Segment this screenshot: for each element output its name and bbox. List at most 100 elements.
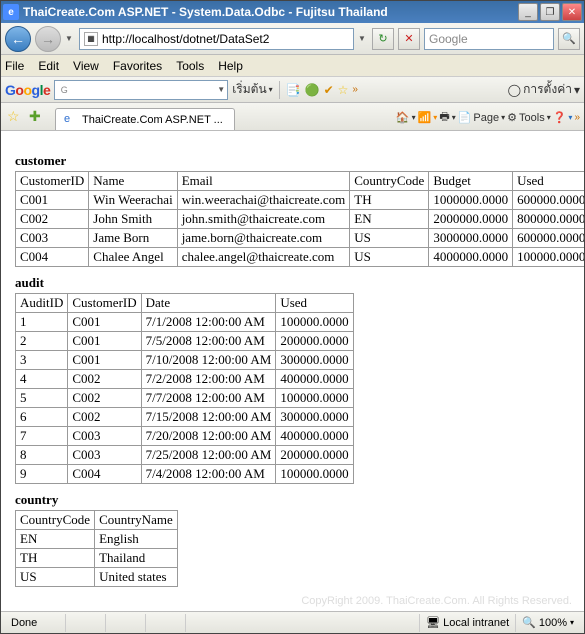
google-search-input[interactable]: G ▼ (54, 80, 228, 100)
forward-button[interactable]: → (35, 26, 61, 52)
close-button[interactable]: ✕ (562, 3, 582, 21)
table-cell: C002 (16, 210, 89, 229)
go-button[interactable]: ↻ (372, 28, 394, 50)
table-cell: john.smith@thaicreate.com (177, 210, 350, 229)
google-blocker-icon[interactable]: 🟢 (305, 83, 320, 97)
table-cell: jame.born@thaicreate.com (177, 229, 350, 248)
google-bookmark-icon[interactable]: 📑 (286, 83, 301, 97)
add-favorites-icon[interactable]: ✚ (29, 108, 47, 126)
zoom-control[interactable]: 🔍 100% ▾ (515, 614, 580, 632)
search-button[interactable]: 🔍 (558, 28, 580, 50)
audit-table: AuditIDCustomerIDDateUsed1C0017/1/2008 1… (15, 293, 354, 484)
zoom-icon: 🔍 (522, 616, 536, 629)
search-box[interactable]: Google (424, 28, 554, 50)
navigation-bar: ← → ▼ ▦ http://localhost/dotnet/DataSet2… (1, 23, 584, 55)
table-cell: US (16, 568, 95, 587)
table-header-cell: Used (513, 172, 584, 191)
table-cell: 7/5/2008 12:00:00 AM (141, 332, 276, 351)
favorites-star-icon[interactable]: ☆ (7, 108, 25, 126)
back-button[interactable]: ← (5, 26, 31, 52)
help-button[interactable]: ❓ ▾ (553, 111, 573, 124)
table-cell: C003 (16, 229, 89, 248)
table-row: C001Win Weerachaiwin.weerachai@thaicreat… (16, 191, 585, 210)
nav-history-dropdown[interactable]: ▼ (65, 34, 75, 43)
table-cell: 100000.0000 (513, 248, 584, 267)
table-cell: Thailand (95, 549, 178, 568)
table-row: THThailand (16, 549, 178, 568)
google-settings-button[interactable]: ◯ การตั้งค่า ▾ (508, 80, 580, 99)
window-title: ThaiCreate.Com ASP.NET - System.Data.Odb… (23, 5, 518, 19)
ie-icon: e (3, 4, 19, 20)
table-cell: 1 (16, 313, 68, 332)
table-header-cell: Date (141, 294, 276, 313)
customer-table: CustomerIDNameEmailCountryCodeBudgetUsed… (15, 171, 584, 267)
minimize-button[interactable]: _ (518, 3, 538, 21)
table-cell: US (350, 248, 429, 267)
table-cell: 9 (16, 465, 68, 484)
print-button[interactable]: 🖶 ▾ (439, 108, 455, 127)
table-cell: English (95, 530, 178, 549)
google-more-icon[interactable]: » (352, 84, 358, 95)
home-button[interactable]: 🏠 ▾ (396, 111, 416, 124)
table-cell: C001 (16, 191, 89, 210)
menu-file[interactable]: File (5, 59, 24, 73)
status-zone: 🖥 Local intranet (419, 614, 515, 632)
google-start-button[interactable]: เริ่มต้น ▾ (232, 80, 272, 99)
table-cell: 7/7/2008 12:00:00 AM (141, 389, 276, 408)
google-star-icon[interactable]: ☆ (338, 83, 349, 97)
feeds-button[interactable]: 📶 ▾ (418, 111, 438, 124)
country-table: CountryCodeCountryNameENEnglishTHThailan… (15, 510, 178, 587)
table-cell: TH (16, 549, 95, 568)
table-cell: John Smith (89, 210, 177, 229)
menu-help[interactable]: Help (218, 59, 243, 73)
table-cell: 7/25/2008 12:00:00 AM (141, 446, 276, 465)
table-cell: EN (16, 530, 95, 549)
status-cell-3 (145, 614, 185, 632)
table-cell: C001 (68, 351, 141, 370)
statusbar: Done 🖥 Local intranet 🔍 100% ▾ (1, 611, 584, 633)
table-row: 6C0027/15/2008 12:00:00 AM300000.0000 (16, 408, 354, 427)
table-header-cell: Budget (429, 172, 513, 191)
page-menu[interactable]: 📄 Page ▾ (458, 111, 505, 124)
table-cell: Chalee Angel (89, 248, 177, 267)
table-cell: 200000.0000 (276, 332, 353, 351)
table-cell: 7/20/2008 12:00:00 AM (141, 427, 276, 446)
table-cell: 3000000.0000 (429, 229, 513, 248)
table-row: 1C0017/1/2008 12:00:00 AM100000.0000 (16, 313, 354, 332)
address-bar[interactable]: ▦ http://localhost/dotnet/DataSet2 (79, 28, 354, 50)
table-row: C002John Smithjohn.smith@thaicreate.comE… (16, 210, 585, 229)
table-row: C003Jame Bornjame.born@thaicreate.comUS3… (16, 229, 585, 248)
google-search-field[interactable] (71, 83, 217, 97)
titlebar: e ThaiCreate.Com ASP.NET - System.Data.O… (1, 1, 584, 23)
tab-ie-icon: e (64, 113, 78, 127)
table-cell: chalee.angel@thaicreate.com (177, 248, 350, 267)
status-cell-4 (185, 614, 225, 632)
stop-button[interactable]: ✕ (398, 28, 420, 50)
table-header-cell: Name (89, 172, 177, 191)
table-cell: 2 (16, 332, 68, 351)
menu-tools[interactable]: Tools (176, 59, 204, 73)
status-done: Done (5, 614, 65, 632)
google-search-dropdown[interactable]: ▼ (217, 85, 225, 94)
table-cell: 7/4/2008 12:00:00 AM (141, 465, 276, 484)
table-cell: TH (350, 191, 429, 210)
table-cell: 200000.0000 (276, 446, 353, 465)
audit-heading: audit (15, 275, 570, 291)
table-cell: C001 (68, 332, 141, 351)
maximize-button[interactable]: ❐ (540, 3, 560, 21)
toolbar-more-icon[interactable]: » (574, 112, 580, 123)
tools-menu[interactable]: ⚙ Tools ▾ (507, 111, 551, 124)
address-dropdown[interactable]: ▼ (358, 34, 368, 43)
google-check-icon[interactable]: ✔ (324, 83, 334, 97)
menu-edit[interactable]: Edit (38, 59, 59, 73)
menu-favorites[interactable]: Favorites (113, 59, 162, 73)
browser-tab[interactable]: e ThaiCreate.Com ASP.NET ... (55, 108, 235, 130)
address-url: http://localhost/dotnet/DataSet2 (102, 32, 269, 46)
table-header-cell: CustomerID (68, 294, 141, 313)
menu-view[interactable]: View (73, 59, 99, 73)
table-cell: 7/10/2008 12:00:00 AM (141, 351, 276, 370)
table-row: 9C0047/4/2008 12:00:00 AM100000.0000 (16, 465, 354, 484)
table-cell: 2000000.0000 (429, 210, 513, 229)
table-row: 4C0027/2/2008 12:00:00 AM400000.0000 (16, 370, 354, 389)
table-cell: win.weerachai@thaicreate.com (177, 191, 350, 210)
